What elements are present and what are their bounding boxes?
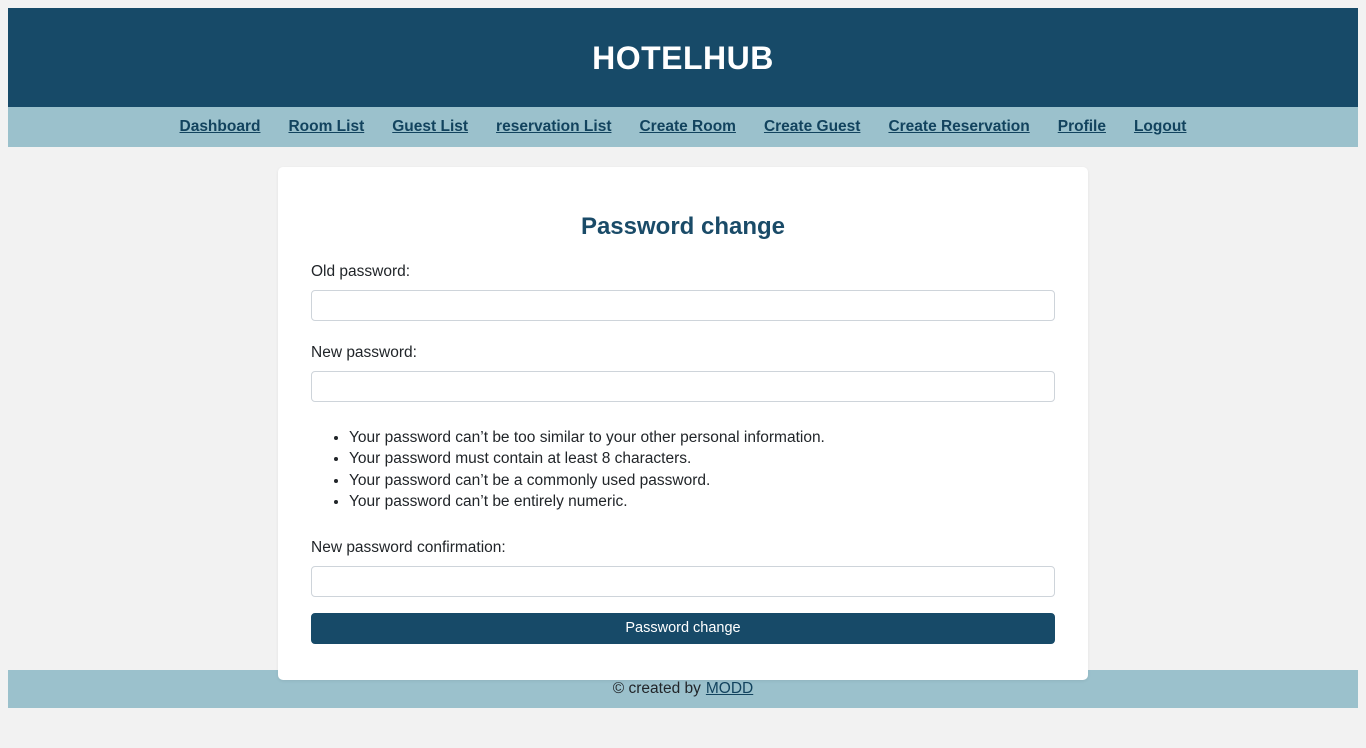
nav-item-guest-list[interactable]: Guest List	[378, 118, 482, 136]
page-root: HOTELHUB Dashboard Room List Guest List …	[0, 0, 1366, 748]
main-content: Password change Old password: New passwo…	[8, 147, 1358, 680]
password-requirement-item: Your password can’t be too similar to yo…	[349, 428, 1055, 447]
footer-author-link[interactable]: MODD	[706, 680, 753, 698]
nav-item-room-list[interactable]: Room List	[274, 118, 378, 136]
nav-item-logout[interactable]: Logout	[1120, 118, 1201, 136]
old-password-group: Old password:	[311, 262, 1055, 321]
new-password-confirmation-group: New password confirmation:	[311, 538, 1055, 597]
password-change-submit-button[interactable]: Password change	[311, 612, 1055, 644]
nav-item-dashboard[interactable]: Dashboard	[166, 118, 275, 136]
nav-item-profile[interactable]: Profile	[1044, 118, 1120, 136]
password-change-card: Password change Old password: New passwo…	[278, 167, 1088, 680]
password-requirements-list: Your password can’t be too similar to yo…	[311, 428, 1055, 512]
old-password-input[interactable]	[311, 289, 1055, 321]
site-header: HOTELHUB	[8, 8, 1358, 107]
password-help-block: Your password can’t be too similar to yo…	[311, 428, 1055, 512]
password-requirement-item: Your password can’t be entirely numeric.	[349, 492, 1055, 511]
new-password-input[interactable]	[311, 371, 1055, 403]
old-password-label: Old password:	[311, 262, 411, 280]
nav-item-create-guest[interactable]: Create Guest	[750, 118, 874, 136]
password-requirement-item: Your password must contain at least 8 ch…	[349, 449, 1055, 468]
page-title: Password change	[580, 213, 786, 240]
password-requirement-item: Your password can’t be a commonly used p…	[349, 471, 1055, 490]
new-password-confirmation-input[interactable]	[311, 565, 1055, 597]
nav-item-reservation-list[interactable]: reservation List	[482, 118, 625, 136]
main-navigation: Dashboard Room List Guest List reservati…	[8, 107, 1358, 147]
new-password-label: New password:	[311, 343, 417, 361]
site-title: HOTELHUB	[592, 39, 774, 76]
footer-copyright-text: © created by	[612, 680, 701, 697]
new-password-confirmation-label: New password confirmation:	[311, 538, 506, 556]
nav-item-create-room[interactable]: Create Room	[625, 118, 749, 136]
new-password-group: New password:	[311, 343, 1055, 403]
nav-item-create-reservation[interactable]: Create Reservation	[874, 118, 1043, 136]
